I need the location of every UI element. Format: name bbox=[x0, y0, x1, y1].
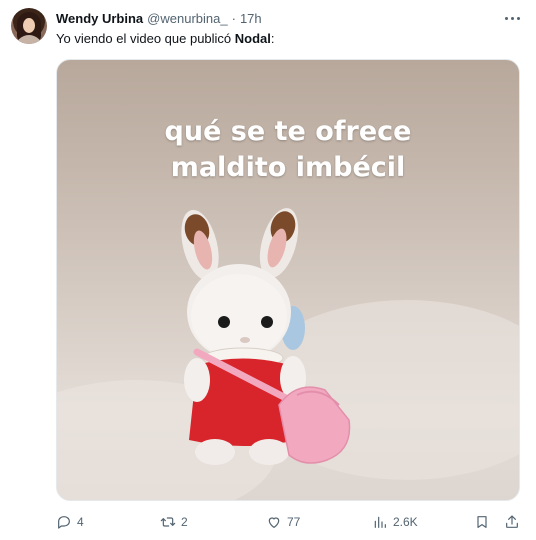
repost-icon bbox=[160, 517, 176, 527]
views-button[interactable]: 2.6K bbox=[372, 512, 418, 532]
separator-dot: · bbox=[231, 10, 236, 26]
tweet-text-prefix: Yo viendo el video que publicó bbox=[56, 31, 235, 46]
author-handle[interactable]: @wenurbina_ bbox=[147, 11, 227, 26]
share-button[interactable] bbox=[504, 512, 520, 532]
tweet-header: Wendy Urbina @wenurbina_ · 17h bbox=[56, 9, 262, 27]
share-icon bbox=[506, 515, 518, 528]
avatar[interactable] bbox=[11, 8, 47, 44]
reply-count: 4 bbox=[77, 515, 84, 529]
like-icon bbox=[268, 517, 280, 528]
repost-count: 2 bbox=[181, 515, 188, 529]
meme-caption-line-1: qué se te ofrece bbox=[164, 116, 412, 147]
action-bar: 4 2 77 2.6K bbox=[56, 512, 526, 532]
meme-caption: qué se te ofrece maldito imbécil bbox=[57, 114, 519, 186]
tweet-text-suffix: : bbox=[270, 31, 275, 46]
timestamp[interactable]: 17h bbox=[240, 11, 262, 26]
like-count: 77 bbox=[287, 515, 301, 529]
bookmark-button[interactable] bbox=[474, 512, 490, 532]
meme-caption-line-2: maldito imbécil bbox=[170, 152, 406, 183]
tweet-text: Yo viendo el video que publicó Nodal: bbox=[56, 31, 275, 46]
like-button[interactable]: 77 bbox=[266, 512, 300, 532]
bookmark-icon bbox=[477, 516, 487, 528]
author-name[interactable]: Wendy Urbina bbox=[56, 11, 143, 26]
tweet-media-image[interactable]: qué se te ofrece maldito imbécil bbox=[56, 59, 520, 501]
views-icon bbox=[374, 516, 386, 528]
repost-button[interactable]: 2 bbox=[160, 512, 188, 532]
tweet: Wendy Urbina @wenurbina_ · 17h Yo viendo… bbox=[0, 0, 536, 540]
reply-button[interactable]: 4 bbox=[56, 512, 84, 532]
tweet-text-mention: Nodal bbox=[234, 31, 271, 46]
more-icon[interactable] bbox=[500, 10, 524, 26]
reply-icon bbox=[58, 516, 70, 529]
views-count: 2.6K bbox=[393, 515, 418, 529]
